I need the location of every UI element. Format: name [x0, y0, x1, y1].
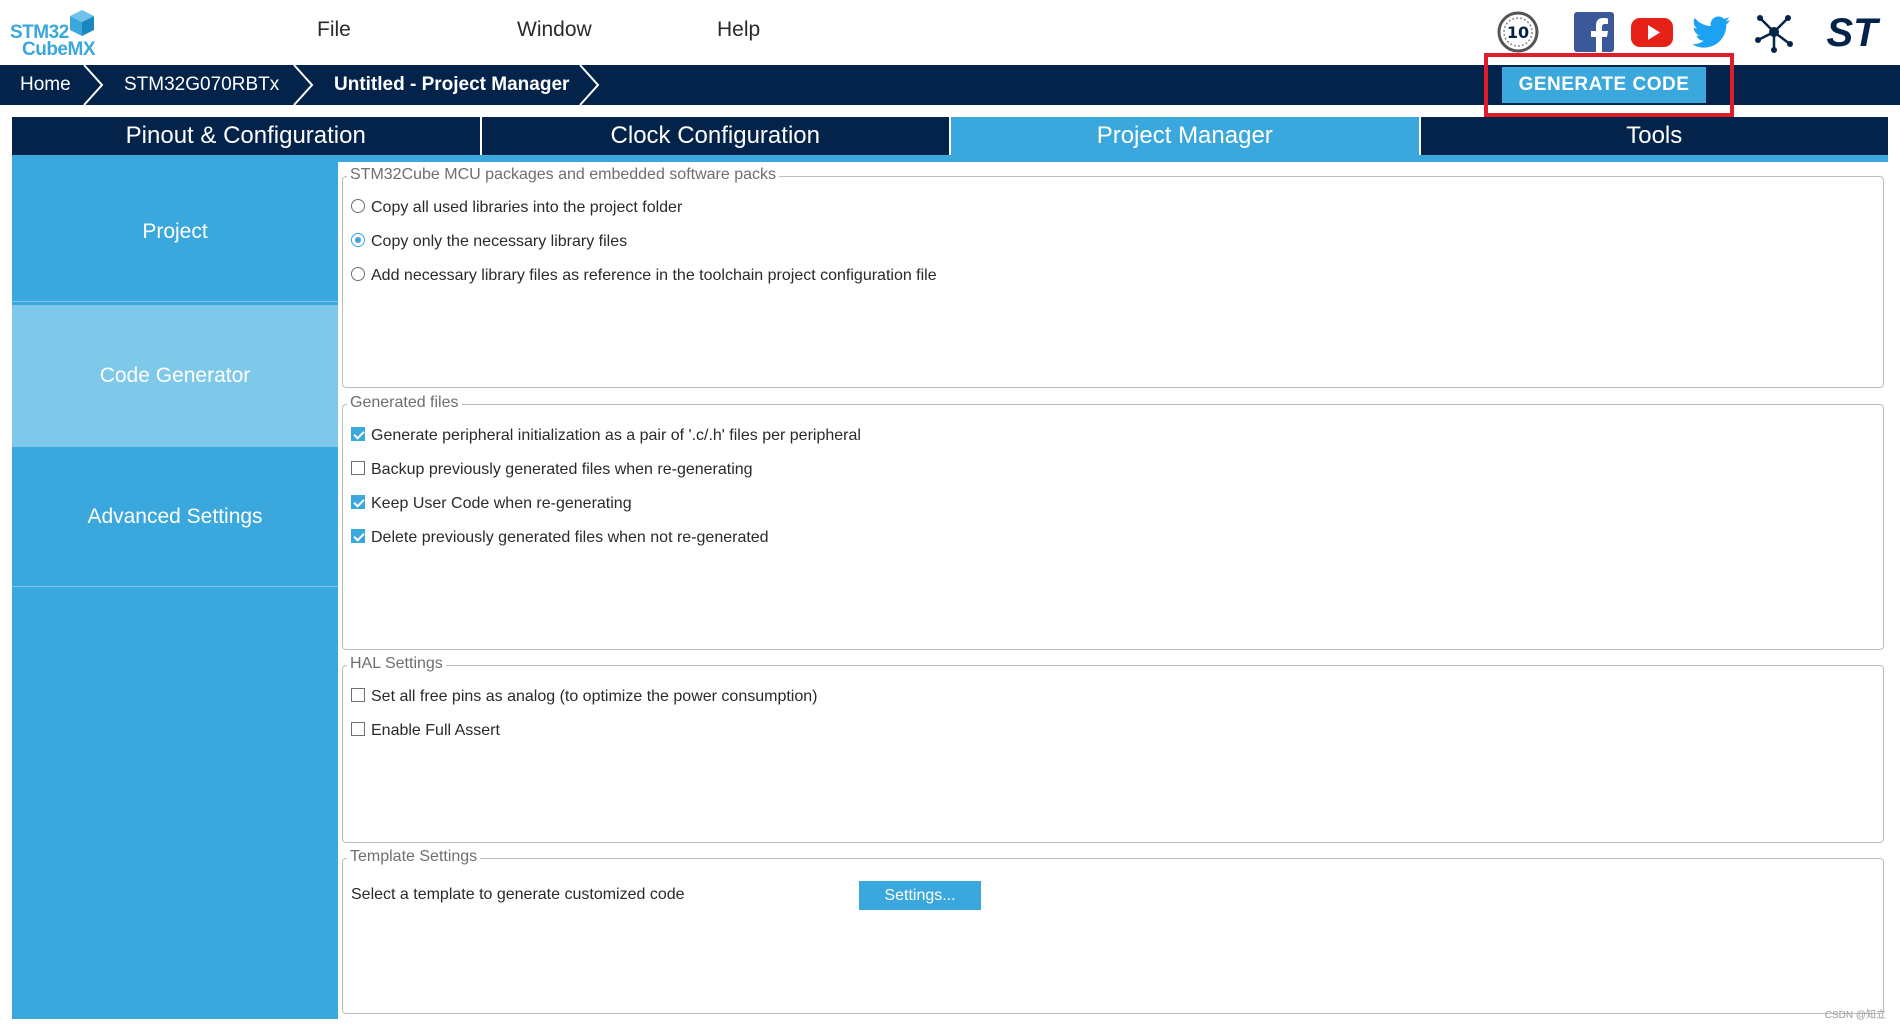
package-option-copy-necessary[interactable]: Copy only the necessary library files	[351, 232, 627, 252]
hal-settings-panel: HAL Settings Set all free pins as analog…	[342, 655, 1884, 843]
generated-option-delete-previous[interactable]: Delete previously generated files when n…	[351, 528, 769, 548]
st-logo-text: ST	[1826, 11, 1881, 54]
generated-files-panel: Generated files Generate peripheral init…	[342, 394, 1884, 650]
breadcrumb-mcu[interactable]: STM32G070RBTx	[124, 65, 279, 105]
hal-option-label: Enable Full Assert	[371, 722, 500, 739]
package-option-label: Copy all used libraries into the project…	[371, 199, 683, 216]
checkbox-full-assert[interactable]	[351, 721, 365, 736]
package-option-add-reference[interactable]: Add necessary library files as reference…	[351, 266, 937, 286]
hal-option-free-pins-analog[interactable]: Set all free pins as analog (to optimize…	[351, 687, 817, 707]
badge-text: 10	[1507, 23, 1529, 42]
facebook-icon[interactable]	[1572, 10, 1616, 54]
packages-panel-title: STM32Cube MCU packages and embedded soft…	[347, 166, 779, 184]
generated-option-backup[interactable]: Backup previously generated files when r…	[351, 460, 753, 480]
radio-copy-necessary[interactable]	[351, 232, 365, 247]
checkbox-keep-user-code[interactable]	[351, 494, 365, 509]
st-logo-icon[interactable]: ST	[1814, 10, 1890, 54]
menu-file[interactable]: File	[317, 18, 351, 42]
radio-copy-all[interactable]	[351, 198, 365, 213]
hal-settings-panel-title: HAL Settings	[347, 655, 446, 673]
main-tabs: Pinout & Configuration Clock Configurati…	[12, 117, 1888, 155]
generated-option-label: Backup previously generated files when r…	[371, 461, 753, 478]
anniversary-10-badge-icon[interactable]: 10	[1496, 10, 1540, 54]
network-icon[interactable]	[1752, 10, 1796, 54]
template-settings-panel-title: Template Settings	[347, 848, 481, 866]
template-settings-button[interactable]: Settings...	[859, 881, 981, 910]
cube-icon	[70, 10, 94, 36]
packages-panel: STM32Cube MCU packages and embedded soft…	[342, 166, 1884, 388]
youtube-icon[interactable]	[1630, 10, 1674, 54]
template-description: Select a template to generate customized…	[351, 886, 685, 903]
hal-option-label: Set all free pins as analog (to optimize…	[371, 688, 818, 705]
breadcrumb-current[interactable]: Untitled - Project Manager	[334, 65, 569, 105]
template-settings-panel: Template Settings Select a template to g…	[342, 848, 1884, 1014]
breadcrumb-home[interactable]: Home	[20, 65, 71, 105]
tab-pinout-configuration[interactable]: Pinout & Configuration	[12, 117, 482, 155]
generated-option-pair-files[interactable]: Generate peripheral initialization as a …	[351, 426, 861, 446]
generated-option-label: Delete previously generated files when n…	[371, 529, 769, 546]
generated-option-keep-user-code[interactable]: Keep User Code when re-generating	[351, 494, 632, 514]
chevron-right-icon	[579, 65, 600, 105]
watermark: CSDN @知立	[1824, 1010, 1886, 1021]
checkbox-free-pins-analog[interactable]	[351, 687, 365, 702]
menu-help[interactable]: Help	[717, 18, 760, 42]
sidebar-item-advanced-settings[interactable]: Advanced Settings	[12, 447, 338, 587]
chevron-right-icon	[293, 65, 314, 105]
generated-files-panel-title: Generated files	[347, 394, 462, 412]
tab-project-manager[interactable]: Project Manager	[951, 117, 1421, 155]
generated-option-label: Keep User Code when re-generating	[371, 495, 632, 512]
checkbox-delete-previous[interactable]	[351, 528, 365, 543]
generate-code-button[interactable]: GENERATE CODE	[1502, 67, 1706, 103]
twitter-icon[interactable]	[1690, 10, 1734, 54]
sidebar: Project Code Generator Advanced Settings	[12, 162, 338, 1019]
package-option-label: Add necessary library files as reference…	[371, 267, 937, 284]
menu-window[interactable]: Window	[517, 18, 592, 42]
sidebar-item-project[interactable]: Project	[12, 162, 338, 302]
tab-clock-configuration[interactable]: Clock Configuration	[481, 117, 951, 155]
checkbox-pair-files[interactable]	[351, 426, 365, 441]
tab-underline	[12, 155, 1888, 162]
sidebar-item-code-generator[interactable]: Code Generator	[12, 305, 338, 447]
logo-text-cubemx: CubeMX	[22, 39, 96, 60]
package-option-copy-all[interactable]: Copy all used libraries into the project…	[351, 198, 682, 218]
generated-option-label: Generate peripheral initialization as a …	[371, 427, 861, 444]
checkbox-backup[interactable]	[351, 460, 365, 475]
radio-add-reference[interactable]	[351, 266, 365, 281]
hal-option-full-assert[interactable]: Enable Full Assert	[351, 721, 500, 741]
stm32cubemx-logo: STM32 CubeMX	[10, 6, 100, 60]
package-option-label: Copy only the necessary library files	[371, 233, 628, 250]
chevron-right-icon	[83, 65, 104, 105]
tab-tools[interactable]: Tools	[1420, 117, 1888, 155]
